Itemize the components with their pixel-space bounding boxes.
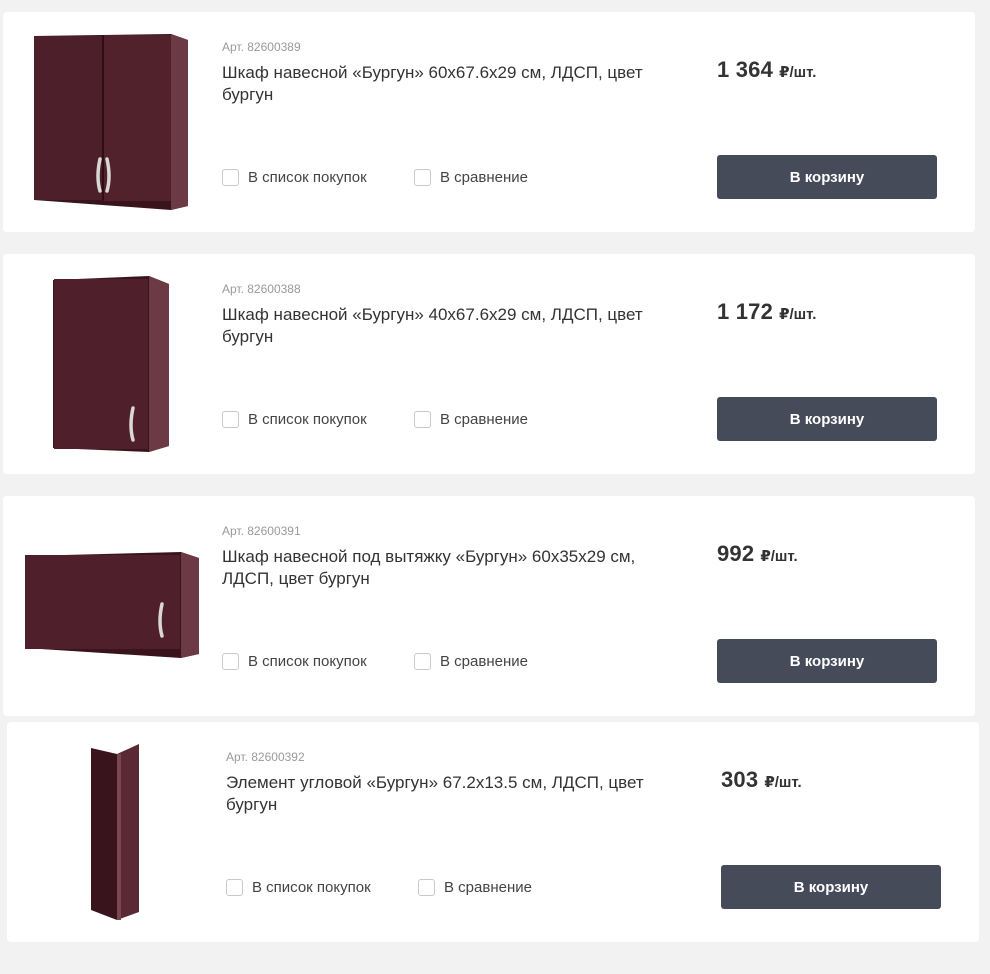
product-sku: Арт. 82600391	[222, 524, 301, 538]
checkbox-icon[interactable]	[418, 879, 435, 896]
product-card: Арт. 82600392 Элемент угловой «Бургун» 6…	[7, 722, 979, 942]
price-unit: ₽/шт.	[760, 548, 798, 565]
compare-label: В сравнение	[440, 653, 528, 670]
price-value: 303	[721, 767, 759, 792]
shopping-list-label: В список покупок	[248, 169, 367, 186]
wall-cabinet-double-door-icon[interactable]	[31, 34, 191, 210]
checkbox-icon[interactable]	[226, 879, 243, 896]
add-to-cart-button[interactable]: В корзину	[717, 639, 937, 683]
compare-checkbox[interactable]: В сравнение	[418, 879, 532, 896]
compare-checkbox[interactable]: В сравнение	[414, 411, 528, 428]
corner-element-icon[interactable]	[87, 742, 143, 922]
shopping-list-label: В список покупок	[252, 879, 371, 896]
compare-checkbox[interactable]: В сравнение	[414, 169, 528, 186]
product-sku: Арт. 82600389	[222, 40, 301, 54]
wall-cabinet-single-door-icon[interactable]	[53, 276, 173, 452]
shopping-list-checkbox[interactable]: В список покупок	[222, 653, 367, 670]
shopping-list-checkbox[interactable]: В список покупок	[222, 411, 367, 428]
product-price: 1 172 ₽/шт.	[717, 299, 816, 325]
product-price: 1 364 ₽/шт.	[717, 57, 816, 83]
checkbox-icon[interactable]	[222, 169, 239, 186]
product-price: 303 ₽/шт.	[721, 767, 802, 793]
price-unit: ₽/шт.	[779, 64, 817, 81]
product-title[interactable]: Элемент угловой «Бургун» 67.2x13.5 см, Л…	[226, 772, 676, 816]
hood-cabinet-icon[interactable]	[23, 552, 203, 658]
product-title[interactable]: Шкаф навесной «Бургун» 40x67.6x29 см, ЛД…	[222, 304, 672, 348]
product-sku: Арт. 82600392	[226, 750, 305, 764]
add-to-cart-button[interactable]: В корзину	[717, 397, 937, 441]
product-card: Арт. 82600388 Шкаф навесной «Бургун» 40x…	[3, 254, 975, 474]
compare-label: В сравнение	[440, 411, 528, 428]
checkbox-icon[interactable]	[222, 653, 239, 670]
shopping-list-checkbox[interactable]: В список покупок	[222, 169, 367, 186]
compare-label: В сравнение	[440, 169, 528, 186]
checkbox-icon[interactable]	[222, 411, 239, 428]
product-card: Арт. 82600391 Шкаф навесной под вытяжку …	[3, 496, 975, 716]
checkbox-icon[interactable]	[414, 169, 431, 186]
add-to-cart-button[interactable]: В корзину	[717, 155, 937, 199]
shopping-list-label: В список покупок	[248, 411, 367, 428]
price-value: 992	[717, 541, 755, 566]
price-unit: ₽/шт.	[764, 774, 802, 791]
product-sku: Арт. 82600388	[222, 282, 301, 296]
price-value: 1 364	[717, 57, 774, 82]
shopping-list-checkbox[interactable]: В список покупок	[226, 879, 371, 896]
shopping-list-label: В список покупок	[248, 653, 367, 670]
price-value: 1 172	[717, 299, 774, 324]
product-title[interactable]: Шкаф навесной «Бургун» 60x67.6x29 см, ЛД…	[222, 62, 672, 106]
checkbox-icon[interactable]	[414, 411, 431, 428]
compare-checkbox[interactable]: В сравнение	[414, 653, 528, 670]
product-card: Арт. 82600389 Шкаф навесной «Бургун» 60x…	[3, 12, 975, 232]
compare-label: В сравнение	[444, 879, 532, 896]
price-unit: ₽/шт.	[779, 306, 817, 323]
checkbox-icon[interactable]	[414, 653, 431, 670]
product-title[interactable]: Шкаф навесной под вытяжку «Бургун» 60x35…	[222, 546, 672, 590]
add-to-cart-button[interactable]: В корзину	[721, 865, 941, 909]
product-price: 992 ₽/шт.	[717, 541, 798, 567]
